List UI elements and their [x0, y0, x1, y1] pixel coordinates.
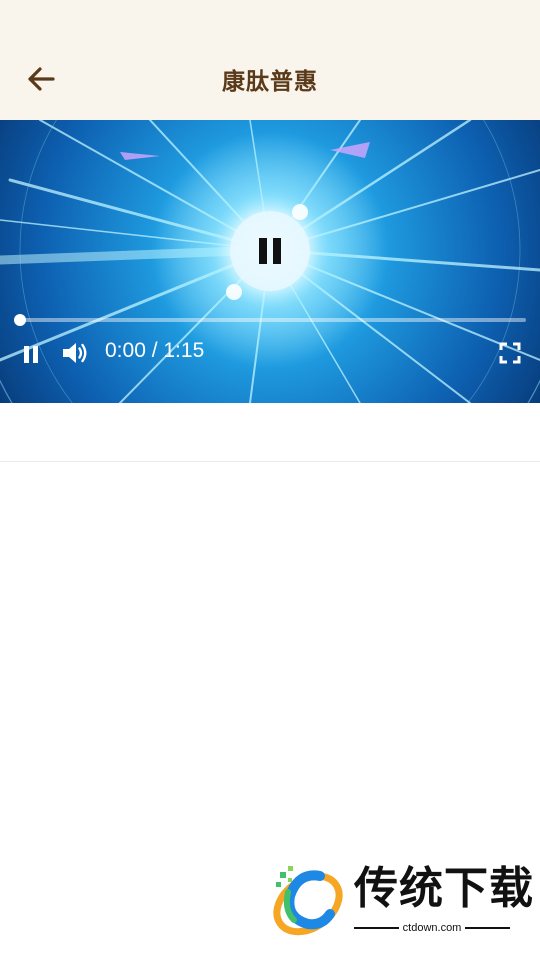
fullscreen-icon — [499, 342, 521, 364]
pause-icon — [24, 345, 29, 363]
volume-button[interactable] — [61, 340, 89, 366]
pause-icon — [259, 238, 267, 264]
watermark-brand: 传统下载 — [354, 864, 534, 913]
volume-icon — [63, 343, 87, 363]
app-header: 康肽普惠 — [0, 0, 540, 120]
video-player[interactable]: 0:00 / 1:15 — [0, 120, 540, 403]
watermark-site-text: ctdown.com — [402, 922, 462, 934]
watermark-site: ctdown.com — [354, 921, 511, 935]
page-title: 康肽普惠 — [222, 68, 318, 94]
progress-scrubber[interactable] — [14, 314, 26, 326]
fullscreen-button[interactable] — [498, 341, 522, 365]
page: 康肽普惠 0:00 / 1:15 传统下载 ctdown.com — [0, 0, 540, 960]
center-pause-button[interactable] — [230, 211, 310, 291]
pause-button[interactable] — [20, 343, 42, 365]
divider — [0, 461, 540, 462]
watermark: 传统下载 ctdown.com — [268, 862, 533, 938]
progress-bar[interactable] — [14, 314, 526, 326]
brand-logo-icon — [273, 866, 343, 936]
time-display: 0:00 / 1:15 — [105, 339, 205, 362]
